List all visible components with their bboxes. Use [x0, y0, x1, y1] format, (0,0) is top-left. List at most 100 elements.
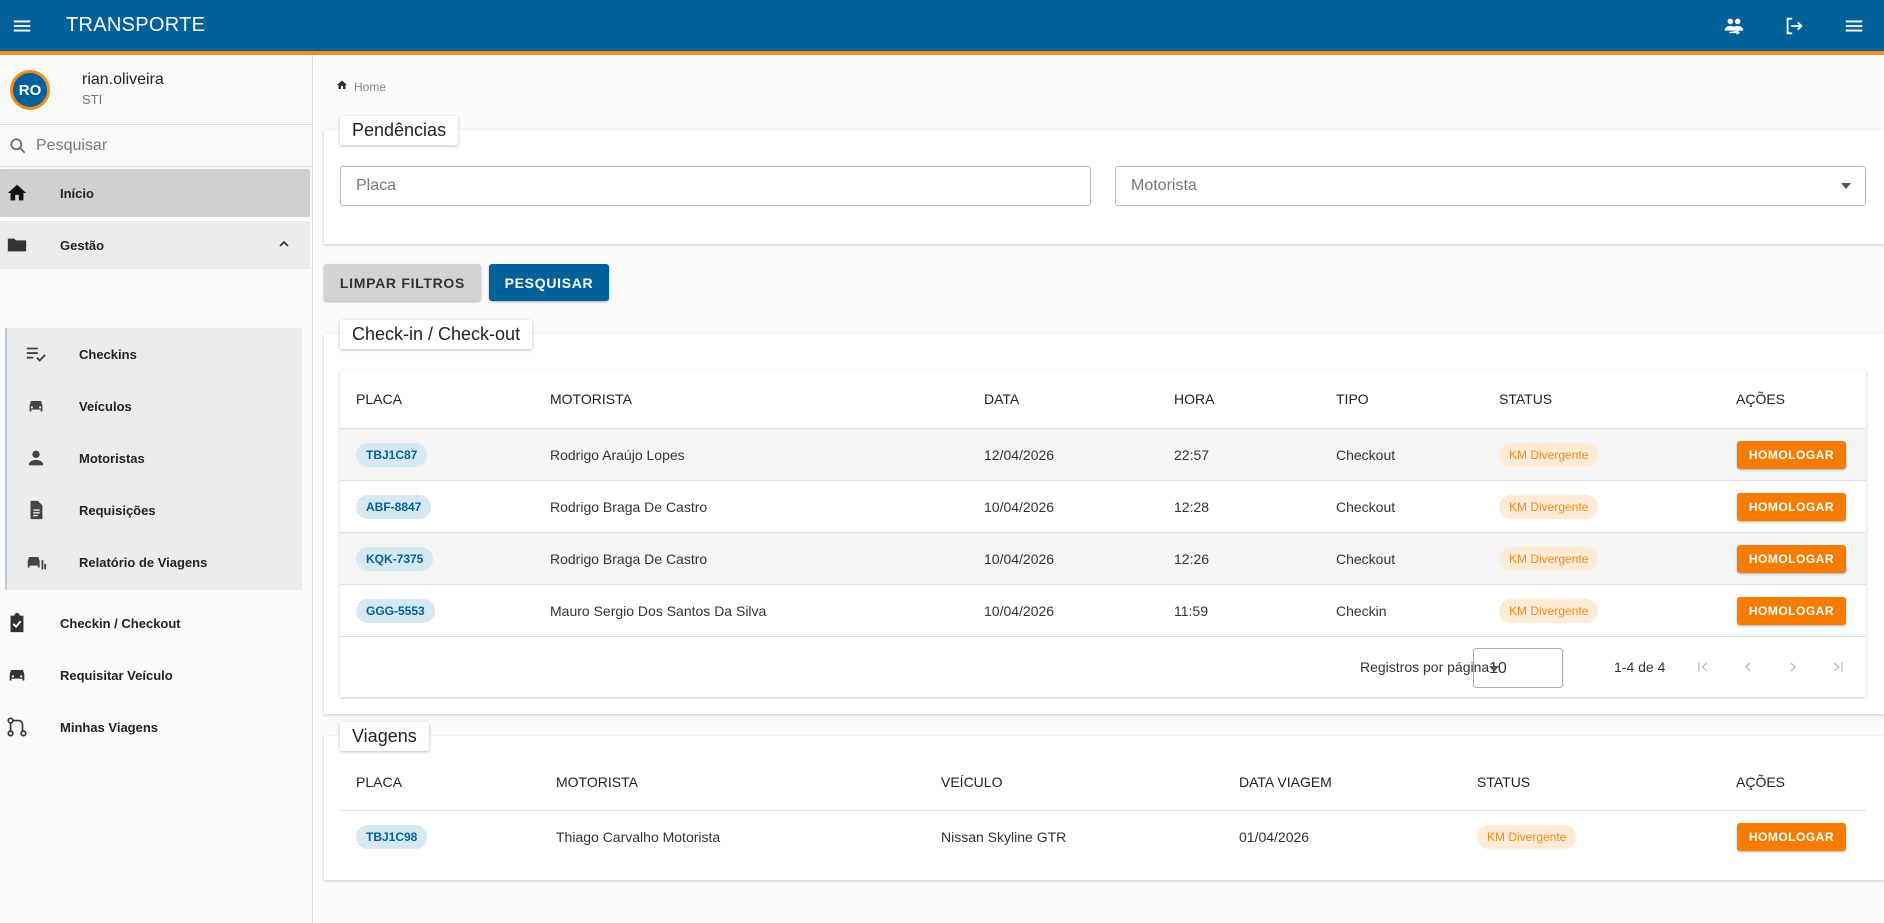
sidebar-item-label: Checkin / Checkout: [60, 615, 181, 631]
dropdown-arrow-icon[interactable]: [1489, 666, 1499, 672]
dropdown-arrow-icon[interactable]: [1841, 183, 1851, 189]
header-data-viagem: DATA VIAGEM: [1239, 774, 1332, 790]
header-status: STATUS: [1499, 391, 1553, 407]
veiculo-cell: Nissan Skyline GTR: [941, 828, 1067, 845]
placa-chip: GGG-5553: [356, 598, 435, 623]
sidebar-search: [0, 125, 312, 167]
sidebar-item-veiculos[interactable]: Veículos: [7, 380, 304, 432]
table-row[interactable]: TBJ1C87 Rodrigo Araújo Lopes 12/04/2026 …: [340, 428, 1866, 480]
pagination: Registros por página 10 1-4 de 4: [340, 636, 1866, 698]
data-cell: 10/04/2026: [984, 550, 1055, 567]
last-page-icon[interactable]: [1826, 655, 1850, 679]
placa-chip: TBJ1C98: [356, 824, 428, 849]
menu-icon[interactable]: [0, 0, 44, 51]
data-cell: 12/04/2026: [984, 446, 1055, 463]
status-badge: KM Divergente: [1499, 494, 1599, 519]
header-data: DATA: [984, 391, 1020, 407]
homologar-button[interactable]: HOMOLOGAR: [1736, 492, 1846, 521]
placa-chip: KQK-7375: [356, 546, 434, 571]
tipo-cell: Checkout: [1336, 498, 1396, 515]
sidebar-item-gestao[interactable]: Gestão: [0, 221, 310, 269]
person-icon: [23, 445, 49, 471]
checklist-icon: [23, 341, 49, 367]
motorista-cell: Rodrigo Araújo Lopes: [550, 446, 685, 463]
table-row[interactable]: TBJ1C98 Thiago Carvalho Motorista Nissan…: [340, 810, 1866, 862]
first-page-icon[interactable]: [1691, 655, 1715, 679]
homologar-button[interactable]: HOMOLOGAR: [1736, 544, 1846, 573]
route-icon: [4, 714, 30, 740]
hora-cell: 11:59: [1174, 602, 1208, 619]
sidebar-item-minhas-viagens[interactable]: Minhas Viagens: [0, 703, 310, 751]
clear-filters-button[interactable]: LIMPAR FILTROS: [324, 264, 481, 301]
logout-icon[interactable]: [1764, 0, 1824, 51]
folder-icon: [4, 232, 30, 258]
sidebar-item-label: Minhas Viagens: [60, 719, 159, 735]
car-report-icon: [23, 549, 49, 575]
sidebar-item-label: Checkins: [79, 346, 137, 362]
car-icon: [4, 662, 30, 688]
motorista-cell: Mauro Sergio Dos Santos Da Silva: [550, 602, 767, 619]
top-app-bar: TRANSPORTE: [0, 0, 1884, 55]
hora-cell: 12:26: [1174, 550, 1210, 567]
home-icon: [4, 180, 30, 206]
main-content: Home Pendências LIMPAR FILTROS PESQUISAR…: [314, 55, 1884, 923]
app-title: TRANSPORTE: [66, 14, 206, 36]
rows-per-page-select[interactable]: 10: [1473, 648, 1563, 688]
sidebar-item-inicio[interactable]: Início: [0, 169, 310, 217]
checkin-title: Check-in / Check-out: [340, 320, 533, 349]
next-page-icon[interactable]: [1781, 655, 1805, 679]
motorista-input[interactable]: [1116, 177, 1791, 195]
status-badge: KM Divergente: [1499, 598, 1599, 623]
hora-cell: 12:28: [1174, 498, 1210, 515]
pendencias-card: Pendências: [324, 116, 1884, 244]
data-cell: 10/04/2026: [984, 498, 1055, 515]
homologar-button[interactable]: HOMOLOGAR: [1736, 822, 1846, 851]
placa-chip: ABF-8847: [356, 494, 432, 519]
table-row[interactable]: ABF-8847 Rodrigo Braga De Castro 10/04/2…: [340, 480, 1866, 532]
header-status: STATUS: [1477, 774, 1531, 790]
header-placa: PLACA: [356, 774, 402, 790]
header-motorista: MOTORISTA: [556, 774, 638, 790]
prev-page-icon[interactable]: [1736, 655, 1760, 679]
tipo-cell: Checkin: [1336, 602, 1387, 619]
sidebar-item-label: Requisições: [79, 502, 156, 518]
chevron-up-icon[interactable]: [276, 236, 292, 255]
sidebar-item-checkins[interactable]: Checkins: [7, 328, 304, 380]
switch-user-icon[interactable]: [1704, 0, 1764, 51]
placa-chip: TBJ1C87: [356, 442, 428, 467]
breadcrumb-home[interactable]: Home: [354, 80, 386, 94]
motorista-cell: Rodrigo Braga De Castro: [550, 498, 708, 515]
status-badge: KM Divergente: [1499, 546, 1599, 571]
pendencias-title: Pendências: [340, 116, 459, 145]
sidebar-item-label: Início: [60, 185, 94, 201]
placa-field[interactable]: [340, 166, 1091, 206]
sidebar: RO rian.oliveira STI Início Gestão Check…: [0, 55, 313, 923]
data-cell: 10/04/2026: [984, 602, 1055, 619]
tipo-cell: Checkout: [1336, 550, 1396, 567]
header-hora: HORA: [1174, 391, 1215, 407]
placa-input[interactable]: [341, 177, 1016, 195]
table-row[interactable]: KQK-7375 Rodrigo Braga De Castro 10/04/2…: [340, 532, 1866, 584]
sidebar-item-checkin-checkout[interactable]: Checkin / Checkout: [0, 599, 310, 647]
home-icon[interactable]: [336, 79, 348, 94]
homologar-button[interactable]: HOMOLOGAR: [1736, 440, 1846, 469]
avatar[interactable]: RO: [10, 70, 50, 110]
sidebar-item-motoristas[interactable]: Motoristas: [7, 432, 304, 484]
viagens-title: Viagens: [340, 722, 429, 751]
search-icon: [0, 136, 36, 156]
sidebar-item-relatorio-viagens[interactable]: Relatório de Viagens: [7, 536, 304, 588]
gestao-submenu: Checkins Veículos Motoristas Requisições…: [5, 328, 302, 590]
sidebar-item-requisitar-veiculo[interactable]: Requisitar Veículo: [0, 651, 310, 699]
search-button[interactable]: PESQUISAR: [489, 264, 609, 301]
document-icon: [23, 497, 49, 523]
more-menu-icon[interactable]: [1824, 0, 1884, 51]
motorista-select[interactable]: [1115, 166, 1866, 206]
table-row[interactable]: GGG-5553 Mauro Sergio Dos Santos Da Silv…: [340, 584, 1866, 636]
clipboard-check-icon: [4, 610, 30, 636]
hora-cell: 22:57: [1174, 446, 1210, 463]
homologar-button[interactable]: HOMOLOGAR: [1736, 596, 1846, 625]
sidebar-item-requisicoes[interactable]: Requisições: [7, 484, 304, 536]
header-acoes: AÇÕES: [1736, 391, 1786, 407]
checkin-card: Check-in / Check-out PLACA MOTORISTA DAT…: [324, 320, 1884, 714]
search-input[interactable]: [36, 136, 296, 155]
